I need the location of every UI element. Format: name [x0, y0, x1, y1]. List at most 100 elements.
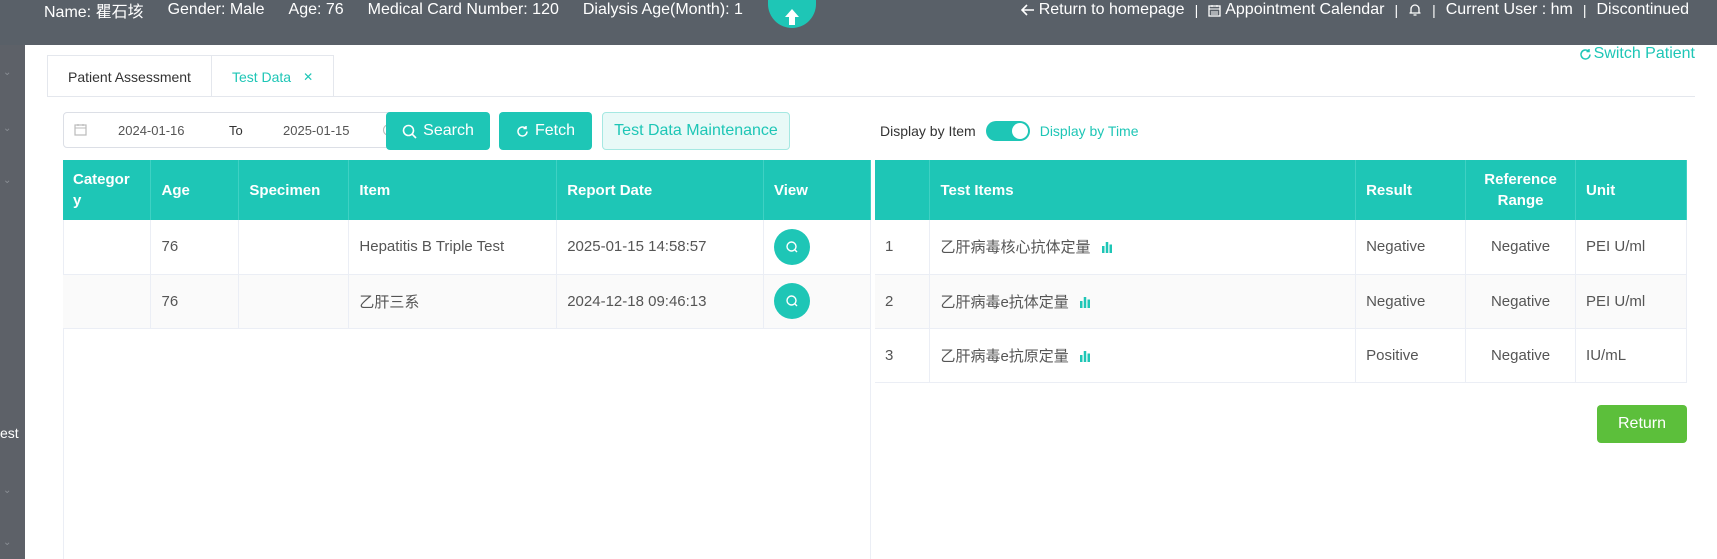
tab-patient-assessment[interactable]: Patient Assessment	[47, 55, 212, 97]
patient-card-number: Medical Card Number: 120	[367, 1, 559, 18]
tab-label: Test Data	[231, 68, 292, 85]
switch-patient-label: Switch Patient	[1593, 45, 1695, 62]
refresh-icon	[1579, 48, 1591, 60]
cell-test-item: 乙肝病毒e抗体定量	[929, 274, 1357, 329]
cell-index: 1	[875, 220, 931, 275]
table-row[interactable]: 3 乙肝病毒e抗原定量 Positive Negative IU/mL	[875, 328, 1687, 383]
tab-divider	[47, 96, 1695, 97]
switch-patient-link[interactable]: Switch Patient	[1579, 45, 1695, 63]
chevron-down-icon[interactable]: ⌄	[3, 67, 13, 78]
display-by-time-label[interactable]: Display by Time	[1040, 123, 1139, 139]
patient-age: Age: 76	[288, 1, 344, 18]
calendar-icon	[74, 124, 87, 136]
test-items-table: Test Items Result Reference Range Unit 1…	[875, 160, 1687, 383]
upload-button[interactable]	[768, 0, 816, 28]
test-data-maintenance-button[interactable]: Test Data Maintenance	[602, 112, 790, 150]
column-header-index	[875, 160, 931, 220]
chevron-down-icon[interactable]: ⌄	[3, 537, 13, 548]
column-header-test-items[interactable]: Test Items	[929, 160, 1357, 220]
close-icon[interactable]: ✕	[303, 70, 313, 84]
chevron-down-icon[interactable]: ⌄	[3, 485, 13, 496]
cell-report-date: 2024-12-18 09:46:13	[556, 274, 765, 329]
cell-view	[763, 274, 871, 329]
start-date-input[interactable]: 2024-01-16	[118, 123, 185, 138]
cell-item: Hepatitis B Triple Test	[348, 220, 558, 275]
sidebar: ⌄ ⌄ ⌄ est ⌄ ⌄	[0, 45, 25, 559]
patient-dialysis-age: Dialysis Age(Month): 1	[582, 1, 743, 18]
cell-category	[63, 274, 152, 329]
table-row[interactable]: 2 乙肝病毒e抗体定量 Negative Negative PEI U/ml	[875, 274, 1687, 329]
cell-unit: PEI U/ml	[1575, 274, 1687, 329]
cell-test-item: 乙肝病毒核心抗体定量	[929, 220, 1357, 275]
table-header-row: Test Items Result Reference Range Unit	[875, 160, 1687, 220]
appointment-calendar-link[interactable]: Appointment Calendar	[1208, 1, 1384, 19]
cell-report-date: 2025-01-15 14:58:57	[556, 220, 765, 275]
tab-bar: Patient Assessment Test Data ✕	[47, 55, 335, 97]
cell-age: 76	[150, 220, 240, 275]
column-header-reference-range[interactable]: Reference Range	[1465, 160, 1577, 220]
chevron-down-icon[interactable]: ⌄	[3, 123, 13, 134]
display-by-item-label[interactable]: Display by Item	[880, 123, 976, 139]
search-icon	[786, 295, 798, 307]
tab-test-data[interactable]: Test Data ✕	[211, 55, 335, 97]
display-mode-toggle: Display by Item Display by Time	[880, 116, 1139, 146]
cell-reference-range: Negative	[1465, 328, 1577, 383]
return-button-label: Return	[1617, 415, 1667, 432]
top-nav: Return to homepage | Appointment Calenda…	[1020, 0, 1690, 20]
discontinued-link[interactable]: Discontinued	[1597, 1, 1690, 19]
calendar-icon	[1208, 4, 1221, 17]
return-homepage-link[interactable]: Return to homepage	[1020, 1, 1185, 19]
cell-age: 76	[150, 274, 240, 329]
notification-button[interactable]	[1408, 3, 1422, 17]
column-header-result[interactable]: Result	[1355, 160, 1467, 220]
fetch-button[interactable]: Fetch	[499, 112, 592, 150]
column-header-age[interactable]: Age	[150, 160, 240, 220]
arrow-left-icon	[1020, 4, 1034, 16]
cloud-upload-icon	[785, 9, 799, 25]
cell-unit: IU/mL	[1575, 328, 1687, 383]
cell-specimen	[238, 274, 350, 329]
cell-category	[63, 220, 152, 275]
table-row[interactable]: 76 乙肝三系 2024-12-18 09:46:13	[63, 274, 871, 329]
nav-separator: |	[1194, 2, 1199, 18]
cell-view	[763, 220, 871, 275]
view-button[interactable]	[774, 283, 811, 319]
cell-unit: PEI U/ml	[1575, 220, 1687, 275]
table-row[interactable]: 76 Hepatitis B Triple Test 2025-01-15 14…	[63, 220, 871, 275]
search-button[interactable]: Search	[386, 112, 490, 150]
column-header-view[interactable]: View	[763, 160, 871, 220]
cell-item: 乙肝三系	[348, 274, 558, 329]
sidebar-item-label[interactable]: est	[0, 425, 19, 441]
cell-result: Positive	[1355, 328, 1467, 383]
cell-specimen	[238, 220, 350, 275]
bar-chart-icon[interactable]	[1079, 296, 1091, 308]
bell-icon	[1409, 4, 1421, 16]
return-button[interactable]: Return	[1597, 405, 1687, 443]
date-range-picker[interactable]: 2024-01-16 To 2025-01-15	[63, 112, 413, 148]
chevron-down-icon[interactable]: ⌄	[3, 175, 13, 186]
tab-label: Patient Assessment	[68, 68, 191, 85]
table-row[interactable]: 1 乙肝病毒核心抗体定量 Negative Negative PEI U/ml	[875, 220, 1687, 275]
bar-chart-icon[interactable]	[1079, 350, 1091, 362]
test-item-name: 乙肝病毒核心抗体定量	[940, 239, 1091, 257]
cell-index: 2	[875, 274, 931, 329]
fetch-button-label: Fetch	[534, 122, 575, 139]
search-button-label: Search	[423, 122, 474, 139]
nav-separator: |	[1394, 2, 1399, 18]
end-date-input[interactable]: 2025-01-15	[283, 123, 350, 138]
refresh-icon	[517, 125, 528, 137]
cell-result: Negative	[1355, 220, 1467, 275]
current-user[interactable]: Current User : hm	[1446, 1, 1573, 19]
column-header-specimen[interactable]: Specimen	[238, 160, 350, 220]
display-mode-switch[interactable]	[985, 121, 1030, 141]
bar-chart-icon[interactable]	[1101, 241, 1113, 254]
column-header-category[interactable]: Categor y	[63, 160, 152, 220]
cell-test-item: 乙肝病毒e抗原定量	[929, 328, 1357, 383]
maintenance-button-label: Test Data Maintenance	[614, 122, 778, 139]
column-header-report-date[interactable]: Report Date	[556, 160, 765, 220]
column-header-item[interactable]: Item	[348, 160, 558, 220]
column-header-unit[interactable]: Unit	[1575, 160, 1687, 220]
view-button[interactable]	[774, 228, 811, 265]
range-separator: To	[229, 123, 243, 138]
top-header: Name: 瞿石垓 Gender: Male Age: 76 Medical C…	[0, 0, 1717, 45]
